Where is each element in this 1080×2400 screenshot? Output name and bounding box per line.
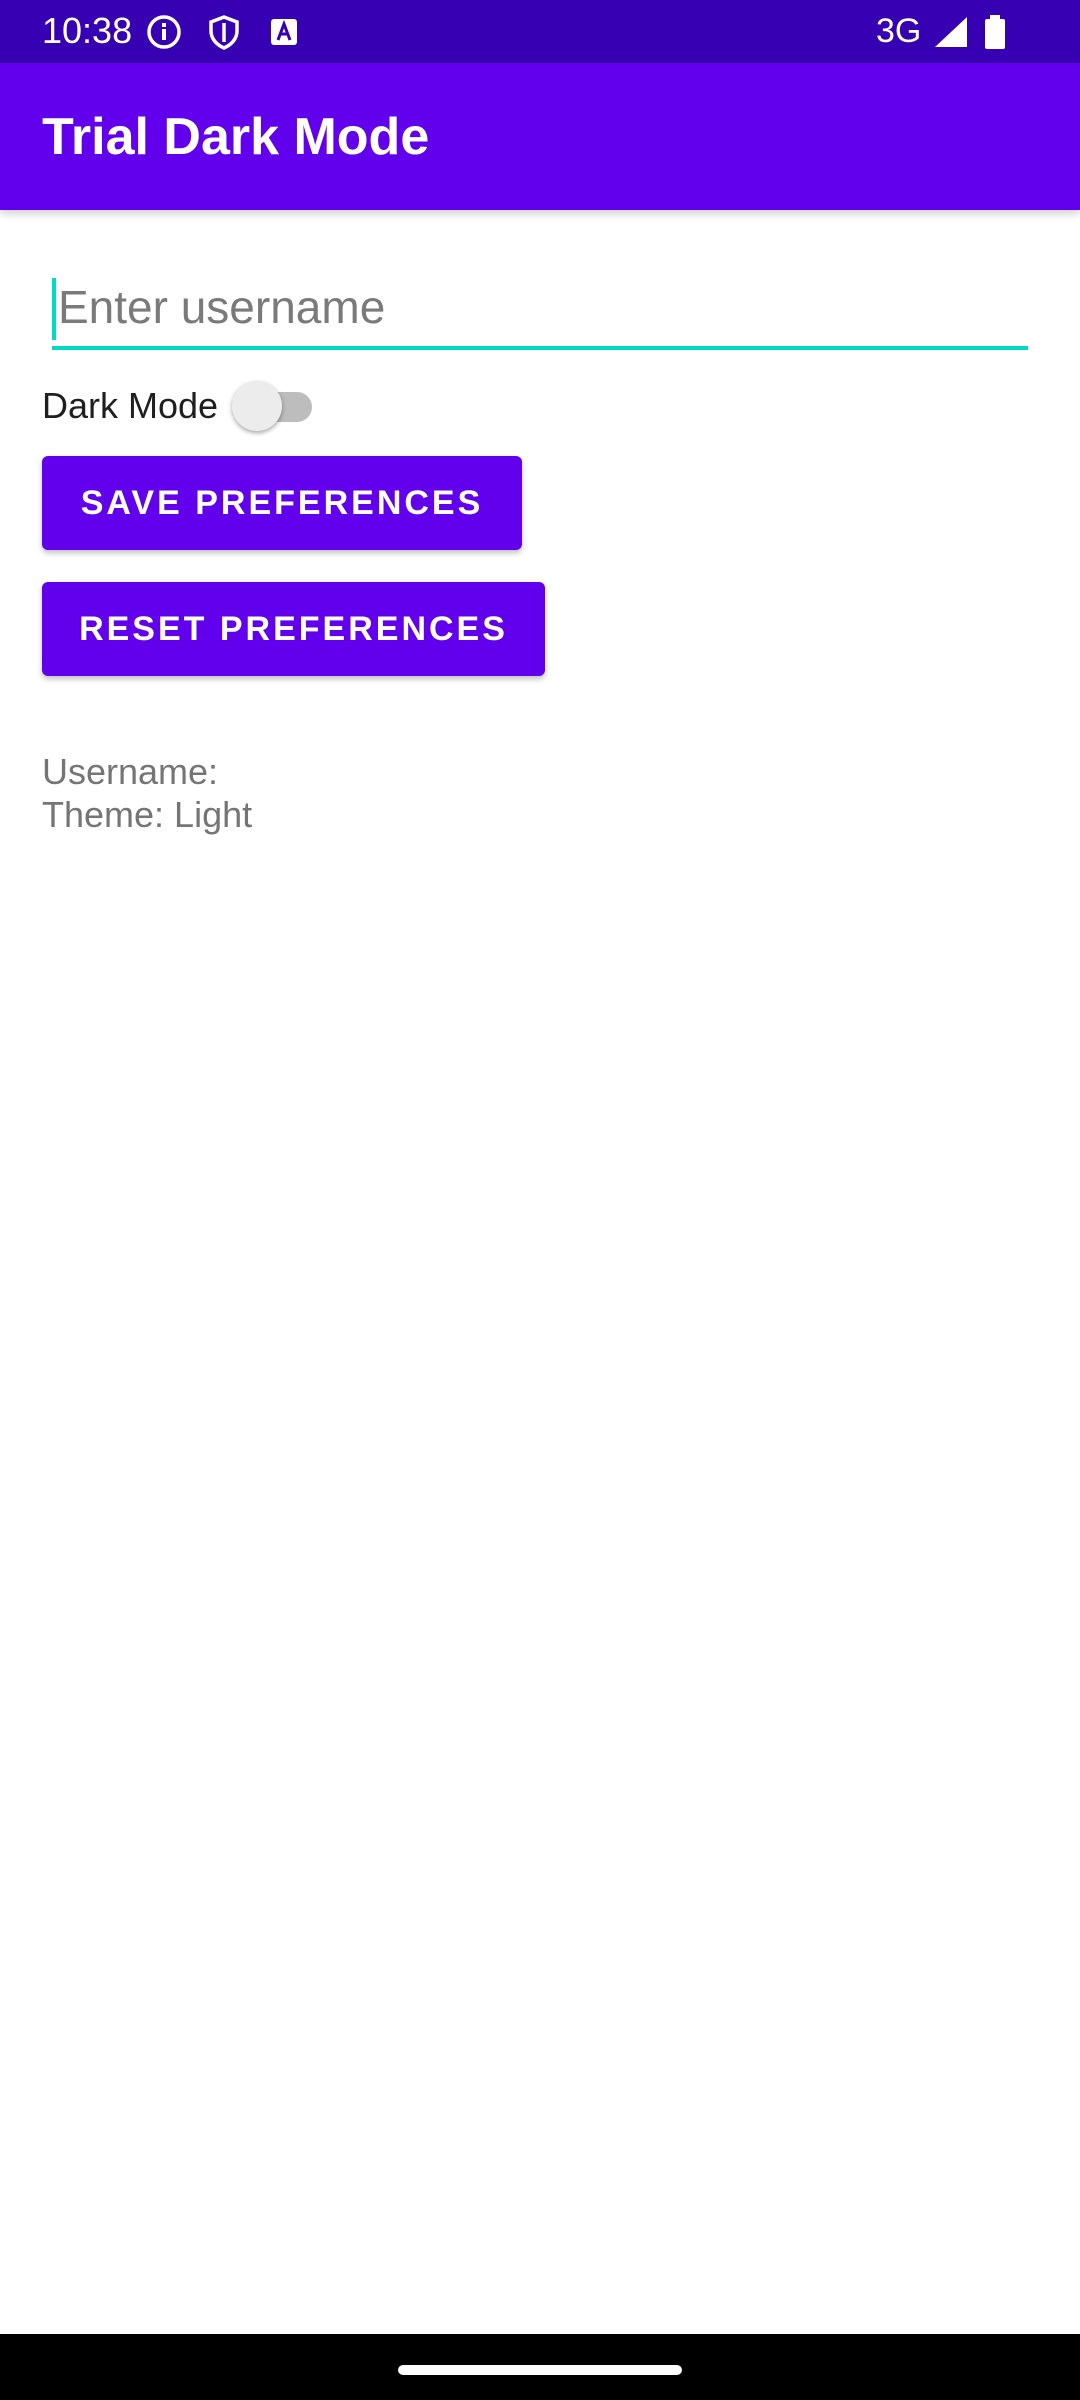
username-input[interactable] <box>52 268 1028 350</box>
dark-mode-switch[interactable] <box>230 378 316 434</box>
text-cursor <box>52 278 56 340</box>
status-time: 10:38 <box>42 10 133 51</box>
a11y-badge-icon <box>266 14 302 50</box>
info-icon <box>146 14 182 50</box>
switch-thumb <box>232 381 282 431</box>
status-bar: 10:38 3G <box>0 0 1080 63</box>
shield-icon <box>206 14 242 50</box>
battery-icon <box>982 14 1008 50</box>
signal-icon <box>932 14 970 50</box>
theme-display: Theme: Light <box>42 794 253 835</box>
app-screen: 10:38 3G Trial Dark Mode Enter username … <box>0 0 1080 2400</box>
network-type: 3G <box>876 12 922 50</box>
app-bar: Trial Dark Mode <box>0 63 1080 210</box>
dark-mode-label: Dark Mode <box>42 385 219 426</box>
page-title: Trial Dark Mode <box>42 108 430 166</box>
save-preferences-button[interactable]: Save Preferences <box>42 456 522 550</box>
navigation-bar <box>0 2334 1080 2400</box>
username-display: Username: <box>42 751 219 792</box>
home-gesture-handle[interactable] <box>398 2365 682 2375</box>
reset-preferences-button[interactable]: Reset Preferences <box>42 582 545 676</box>
